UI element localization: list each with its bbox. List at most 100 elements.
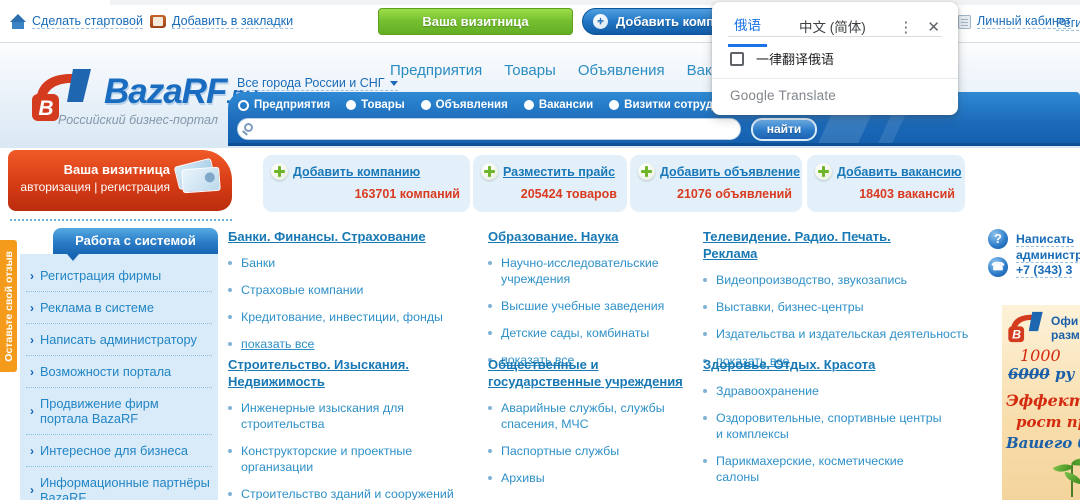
feedback-tab[interactable]: Оставьте свой отзыв bbox=[0, 240, 17, 372]
category-health: Здоровье. Отдых. Красота Здравоохранение… bbox=[703, 356, 971, 500]
category-item[interactable]: Паспортные службы bbox=[488, 443, 700, 459]
category-public: Общественные и государственные учреждени… bbox=[488, 356, 700, 500]
add-price-link[interactable]: Разместить прайс bbox=[503, 165, 615, 179]
search-input[interactable] bbox=[237, 118, 741, 140]
add-vacancy-block: Добавить вакансию 18403 вакансий bbox=[807, 155, 965, 212]
plant-image bbox=[1050, 453, 1080, 499]
gt-tab-source-language[interactable]: 俄语 bbox=[728, 14, 767, 47]
category-title[interactable]: Банки. Финансы. Страхование bbox=[228, 228, 470, 245]
sidebar: Работа с системой ›Регистрация фирмы ›Ре… bbox=[20, 228, 218, 500]
write-admin-label: Написать администратору bbox=[1016, 232, 1080, 263]
sidebar-item-features[interactable]: ›Возможности портала bbox=[26, 356, 212, 388]
category-title[interactable]: Строительство. Изыскания. Недвижимость bbox=[228, 356, 470, 390]
google-translate-popup: 俄语 中文 (简体) ⋮ ✕ 一律翻译俄语 Google Translate bbox=[712, 2, 958, 115]
show-all-link[interactable]: показать все bbox=[703, 496, 971, 500]
phone-link[interactable]: +7 (343) 3 bbox=[1016, 263, 1080, 277]
category-item[interactable]: Видеопроизводство, звукозапись bbox=[703, 272, 971, 288]
radio-icon bbox=[421, 100, 431, 110]
sidebar-item-label: Возможности портала bbox=[40, 364, 171, 379]
bullet-icon bbox=[703, 459, 707, 463]
registration-link[interactable]: Регистрация bbox=[1056, 16, 1080, 31]
radio-goods[interactable]: Товары bbox=[346, 99, 404, 111]
add-vacancy-link[interactable]: Добавить вакансию bbox=[837, 165, 962, 179]
category-item[interactable]: Парикмахерские, косметические салоны bbox=[703, 453, 971, 485]
gt-always-translate-option[interactable]: 一律翻译俄语 bbox=[730, 49, 834, 68]
bullet-icon bbox=[228, 492, 232, 496]
more-options-icon[interactable]: ⋮ bbox=[894, 18, 917, 44]
sidebar-item-registration[interactable]: ›Регистрация фирмы bbox=[26, 260, 212, 292]
personal-cabinet-group[interactable]: Личный кабинет bbox=[958, 14, 1071, 29]
radio-vacancies[interactable]: Вакансии bbox=[524, 99, 593, 111]
checkbox-icon[interactable] bbox=[730, 52, 744, 66]
category-item[interactable]: Инженерные изыскания для строительства bbox=[228, 400, 470, 432]
category-item[interactable]: Конструкторские и проектные организации bbox=[228, 443, 470, 475]
nav-companies[interactable]: Предприятия bbox=[390, 62, 482, 79]
sidebar-item-label: Продвижение фирм портала BazaRF bbox=[40, 396, 210, 426]
radio-label: Предприятия bbox=[254, 99, 330, 111]
category-title[interactable]: Образование. Наука bbox=[488, 228, 700, 245]
category-item[interactable]: Издательства и издательская деятельность bbox=[703, 326, 971, 342]
visitcard-banner[interactable]: Ваша визитница авторизация | регистрация bbox=[8, 150, 232, 211]
phone-icon[interactable]: ☎ bbox=[988, 257, 1008, 277]
goods-count: 205424 товаров bbox=[521, 187, 617, 201]
category-item[interactable]: Кредитование, инвестиции, фонды bbox=[228, 309, 470, 325]
bullet-icon bbox=[488, 406, 492, 410]
companies-count: 163701 компаний bbox=[355, 187, 460, 201]
category-item[interactable]: Выставки, бизнес-центры bbox=[703, 299, 971, 315]
gt-footer-divider bbox=[712, 78, 958, 79]
search-icon bbox=[244, 123, 253, 132]
category-item[interactable]: Высшие учебные заведения bbox=[488, 298, 700, 314]
nav-ads[interactable]: Объявления bbox=[578, 62, 665, 79]
category-item[interactable]: Строительство зданий и сооружений bbox=[228, 486, 470, 500]
ad-price-new: 1000 bbox=[1020, 346, 1080, 365]
plus-icon: + bbox=[593, 14, 608, 29]
ads-count: 21076 объявлений bbox=[677, 187, 792, 201]
show-all-link[interactable]: показать все bbox=[228, 336, 470, 352]
bullet-icon bbox=[703, 305, 707, 309]
bookmark-link[interactable]: Добавить в закладки bbox=[172, 14, 293, 29]
sidebar-item-write-admin[interactable]: ›Написать администратору bbox=[26, 324, 212, 356]
write-admin-link[interactable]: Написать администратору bbox=[1016, 231, 1080, 263]
radio-ads[interactable]: Объявления bbox=[421, 99, 508, 111]
bookmark-link-group[interactable]: Добавить в закладки bbox=[150, 14, 293, 29]
make-home-link-group[interactable]: Сделать стартовой bbox=[10, 14, 143, 29]
visitcard-banner-title: Ваша визитница bbox=[64, 162, 170, 177]
sidebar-item-promotion[interactable]: ›Продвижение фирм портала BazaRF bbox=[26, 388, 212, 435]
visitcard-banner-links[interactable]: авторизация | регистрация bbox=[20, 180, 170, 194]
add-company-link[interactable]: Добавить компанию bbox=[293, 165, 420, 179]
category-item[interactable]: Банки bbox=[228, 255, 470, 271]
category-item[interactable]: Оздоровительные, спортивные центры и ком… bbox=[703, 410, 971, 442]
gt-checkbox-label: 一律翻译俄语 bbox=[756, 49, 834, 68]
question-icon[interactable]: ? bbox=[988, 229, 1008, 249]
category-item[interactable]: Аварийные службы, службы спасения, МЧС bbox=[488, 400, 700, 432]
category-title[interactable]: Общественные и государственные учреждени… bbox=[488, 356, 700, 390]
radio-companies[interactable]: Предприятия bbox=[238, 99, 330, 111]
nav-goods[interactable]: Товары bbox=[504, 62, 556, 79]
category-item[interactable]: Страховые компании bbox=[228, 282, 470, 298]
ad-banner[interactable]: B Офи разм 1000 6000 ру Эффект рост пр В… bbox=[1002, 305, 1080, 500]
category-item[interactable]: Здравоохранение bbox=[703, 383, 971, 399]
feedback-tab-label: Оставьте свой отзыв bbox=[3, 251, 15, 362]
visitcard-button[interactable]: Ваша визитница bbox=[378, 8, 573, 35]
category-title[interactable]: Телевидение. Радио. Печать. Реклама bbox=[703, 228, 938, 262]
arrow-icon: › bbox=[30, 301, 34, 315]
ad-text-line: Вашего б bbox=[1006, 434, 1080, 452]
region-selector[interactable]: Все города России и СНГ bbox=[237, 76, 398, 91]
gt-tab-target-language[interactable]: 中文 (简体) bbox=[793, 16, 872, 46]
ad-text-line: Эффект bbox=[1006, 391, 1080, 410]
ad-headline: Офи разм bbox=[1051, 310, 1080, 342]
category-title[interactable]: Здоровье. Отдых. Красота bbox=[703, 356, 971, 373]
category-item[interactable]: Детские сады, комбинаты bbox=[488, 325, 700, 341]
sidebar-item-partners[interactable]: ›Информационные партнёры BazaRF bbox=[26, 467, 212, 500]
sidebar-item-interesting[interactable]: ›Интересное для бизнеса bbox=[26, 435, 212, 467]
category-item[interactable]: Научно-исследовательские учреждения bbox=[488, 255, 700, 287]
bullet-icon bbox=[228, 449, 232, 453]
sidebar-item-label: Регистрация фирмы bbox=[40, 268, 161, 283]
search-button[interactable]: найти bbox=[751, 118, 817, 141]
arrow-icon: › bbox=[30, 444, 34, 458]
close-icon[interactable]: ✕ bbox=[917, 18, 942, 44]
sidebar-item-advertising[interactable]: ›Реклама в системе bbox=[26, 292, 212, 324]
add-ad-link[interactable]: Добавить объявление bbox=[660, 165, 800, 179]
make-home-link[interactable]: Сделать стартовой bbox=[32, 14, 143, 29]
category-item[interactable]: Архивы bbox=[488, 470, 700, 486]
